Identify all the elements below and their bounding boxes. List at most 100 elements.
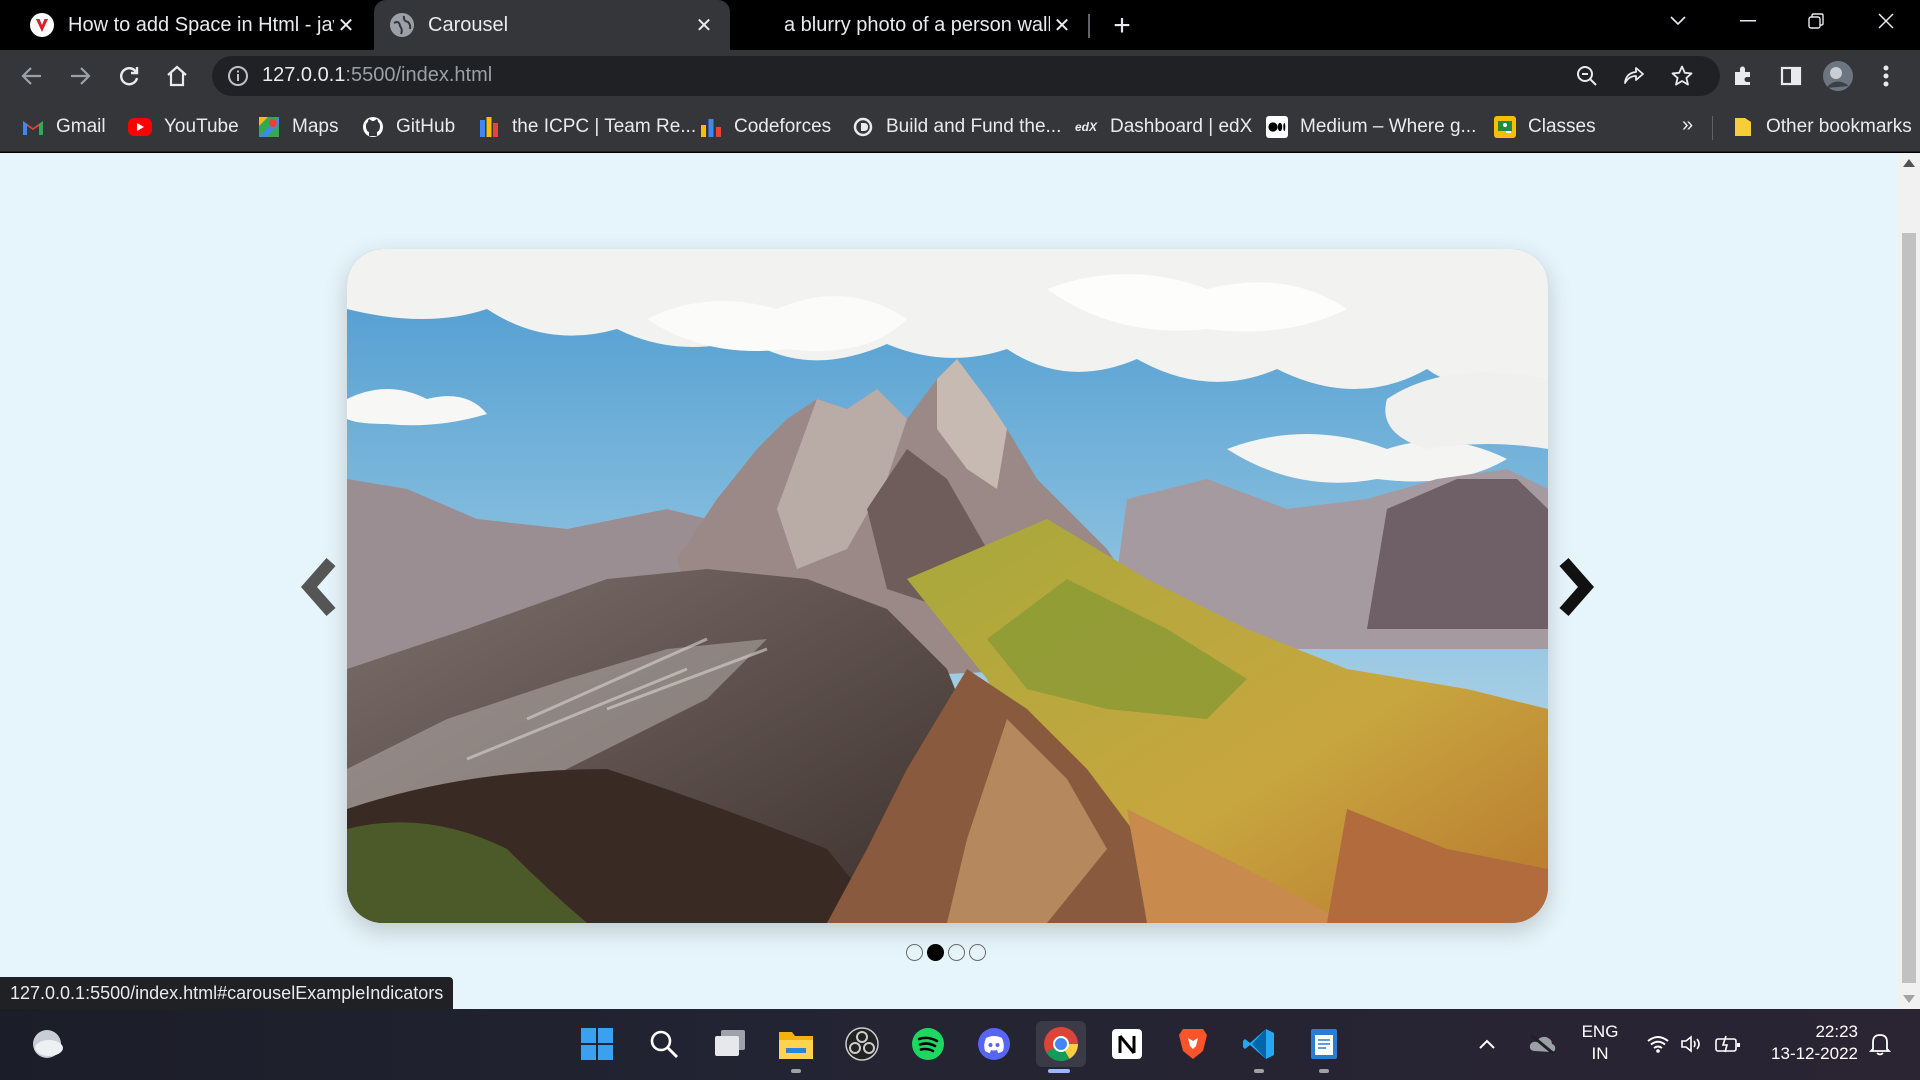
bookmark-youtube[interactable]: YouTube [128,114,239,140]
carousel-indicators [906,944,986,962]
edx-icon: edX [1074,120,1097,134]
chevron-right-icon [1559,558,1594,616]
carousel-slide-image [347,249,1548,923]
back-button[interactable] [16,60,48,92]
maps-icon [258,116,280,138]
windows-start-icon[interactable] [574,1021,620,1067]
bookmark-maps[interactable]: Maps [258,114,338,140]
site-info-icon[interactable] [226,64,250,88]
home-button[interactable] [161,60,193,92]
running-indicator [1319,1069,1329,1073]
task-view-icon[interactable] [707,1021,753,1067]
notifications-icon[interactable] [1862,1021,1898,1067]
search-icon[interactable] [641,1021,687,1067]
forward-button[interactable] [64,60,96,92]
discord-icon[interactable] [971,1021,1017,1067]
share-icon[interactable] [1620,62,1648,90]
bookmark-medium[interactable]: Medium – Where g... [1266,114,1476,140]
bookmark-classes[interactable]: Classes [1494,114,1596,140]
tab-strip: How to add Space in Html - javat ✕ Carou… [0,0,1920,50]
restore-button[interactable] [1786,0,1846,42]
url-text[interactable]: 127.0.0.1:5500/index.html [262,64,492,87]
bookmark-devfolio[interactable]: Build and Fund the... [852,114,1061,140]
classroom-icon [1494,116,1516,138]
folder-icon [1732,116,1754,138]
vscode-icon[interactable] [1236,1021,1282,1073]
zoom-icon[interactable] [1573,62,1601,90]
address-bar[interactable]: 127.0.0.1:5500/index.html [212,56,1720,96]
scroll-up-arrow[interactable] [1903,159,1915,167]
close-tab-icon[interactable]: ✕ [1050,13,1074,37]
weather-widget-icon[interactable] [24,1021,70,1067]
carousel-indicator-dot[interactable] [969,944,986,961]
notepad-icon[interactable] [1301,1021,1347,1073]
windows-taskbar: ENG IN 22:23 13-12-2022 [0,1009,1920,1080]
onedrive-icon[interactable] [1522,1021,1562,1067]
bookmark-gmail[interactable]: Gmail [22,114,106,140]
carousel-prev-button[interactable] [297,556,343,618]
reload-button[interactable] [113,60,145,92]
minimize-button[interactable] [1718,0,1778,42]
chevron-left-icon [301,558,336,616]
chrome-icon[interactable] [1036,1021,1086,1073]
mountain-landscape-image [347,249,1548,923]
tab-blurry-photo[interactable]: a blurry photo of a person walkin ✕ [748,0,1088,50]
close-tab-icon[interactable]: ✕ [334,13,358,37]
carousel-next-button[interactable] [1552,556,1598,618]
github-icon [362,116,384,138]
bookmark-edx[interactable]: edX Dashboard | edX [1074,114,1252,140]
spotify-icon[interactable] [905,1021,951,1067]
menu-icon[interactable] [1870,60,1902,92]
icpc-icon [478,116,500,138]
browser-toolbar: 127.0.0.1:5500/index.html [0,50,1920,102]
profile-avatar[interactable] [1822,60,1854,92]
bookmarks-bar: Gmail YouTube Maps GitHub the ICPC | Tea… [0,102,1920,152]
battery-icon[interactable] [1710,1021,1746,1067]
bookmark-github[interactable]: GitHub [362,114,455,140]
side-panel-icon[interactable] [1775,60,1807,92]
globe-icon [390,13,414,37]
running-indicator [1254,1069,1264,1073]
bookmarks-overflow-button[interactable]: » [1682,114,1693,137]
clock[interactable]: 22:23 13-12-2022 [1762,1021,1858,1065]
scroll-down-arrow[interactable] [1903,995,1915,1003]
tab-javatpoint[interactable]: How to add Space in Html - javat ✕ [0,0,372,50]
tab-search-button[interactable] [1648,0,1708,42]
file-explorer-icon[interactable] [773,1021,819,1073]
language-indicator[interactable]: ENG IN [1574,1021,1626,1065]
devfolio-icon [852,116,874,138]
new-tab-button[interactable]: + [1106,9,1138,42]
tab-separator [1088,14,1090,38]
bookmark-codeforces[interactable]: Codeforces [700,114,831,140]
scroll-thumb[interactable] [1902,233,1916,983]
carousel-indicator-dot[interactable] [906,944,923,961]
youtube-icon [128,118,152,136]
tab-title: Carousel [428,13,509,36]
bookmark-star-icon[interactable] [1668,62,1696,90]
codeforces-icon [700,116,722,138]
carousel-indicator-dot[interactable] [948,944,965,961]
volume-icon[interactable] [1674,1021,1710,1067]
tab-carousel[interactable]: Carousel ✕ [374,0,730,50]
active-window-indicator [1048,1069,1070,1073]
show-hidden-icons-chevron-icon[interactable] [1472,1021,1502,1067]
bookmark-icpc[interactable]: the ICPC | Team Re... [478,114,696,140]
close-window-button[interactable] [1856,0,1916,42]
vivaldi-red-icon [30,13,54,37]
running-indicator [791,1069,801,1073]
tab-title: How to add Space in Html - javat [68,13,334,36]
vertical-scrollbar[interactable] [1898,153,1920,1009]
tab-title: a blurry photo of a person walkin [784,13,1050,36]
wifi-icon[interactable] [1640,1021,1676,1067]
extensions-icon[interactable] [1727,60,1759,92]
bookmarks-divider [1712,116,1713,140]
medium-icon [1266,116,1288,138]
other-bookmarks-folder[interactable]: Other bookmarks [1732,114,1912,140]
close-tab-icon[interactable]: ✕ [692,13,716,37]
link-status-bubble: 127.0.0.1:5500/index.html#carouselExampl… [0,977,454,1009]
obs-icon[interactable] [839,1021,885,1067]
brave-icon[interactable] [1170,1021,1216,1067]
notion-icon[interactable] [1104,1021,1150,1067]
carousel-indicator-dot[interactable] [927,944,944,961]
gmail-icon [22,116,44,138]
